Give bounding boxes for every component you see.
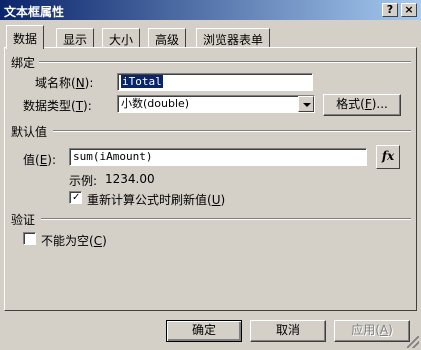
data-type-label: 数据类型(T): bbox=[23, 99, 92, 113]
apply-button[interactable]: 应用(A) bbox=[334, 320, 410, 342]
formula-editor-button[interactable]: fx bbox=[376, 145, 400, 169]
example-value: 1234.00 bbox=[105, 172, 155, 186]
domain-name-value: iTotal bbox=[121, 75, 163, 88]
default-value-group-title: 默认值 bbox=[11, 125, 48, 139]
default-value-separator bbox=[53, 130, 411, 132]
data-type-value: 小数(double) bbox=[121, 97, 190, 110]
text-box-properties-dialog: 文本框属性 ? × 数据 显示 大小 高级 浏览器表单 绑定 域名称(N): i… bbox=[0, 0, 421, 350]
example-label: 示例: bbox=[69, 174, 98, 188]
not-empty-checkbox[interactable] bbox=[23, 232, 36, 245]
data-type-select[interactable]: 小数(double) bbox=[117, 95, 315, 113]
recalc-refresh-checkbox[interactable]: ✓ bbox=[69, 191, 82, 204]
domain-name-field[interactable]: iTotal bbox=[117, 73, 313, 91]
format-button[interactable]: 格式(F)... bbox=[323, 94, 401, 116]
recalc-refresh-label[interactable]: 重新计算公式时刷新值(U) bbox=[87, 191, 225, 208]
binding-separator bbox=[39, 61, 411, 63]
value-formula-text: sum(iAmount) bbox=[73, 150, 153, 163]
close-button[interactable]: × bbox=[401, 3, 417, 17]
help-button[interactable]: ? bbox=[382, 3, 398, 17]
chevron-down-icon[interactable] bbox=[298, 96, 314, 112]
tab-display[interactable]: 显示 bbox=[56, 28, 95, 48]
tab-size[interactable]: 大小 bbox=[102, 28, 141, 48]
binding-group-title: 绑定 bbox=[11, 56, 36, 70]
window-title: 文本框属性 bbox=[4, 5, 65, 19]
value-label: 值(E): bbox=[23, 153, 57, 167]
title-bar[interactable]: 文本框属性 ? × bbox=[0, 0, 421, 20]
value-formula-field[interactable]: sum(iAmount) bbox=[69, 148, 367, 166]
validation-group-title: 验证 bbox=[11, 213, 36, 227]
cancel-button[interactable]: 取消 bbox=[250, 320, 326, 342]
not-empty-label[interactable]: 不能为空(C) bbox=[41, 232, 107, 249]
tab-panel-data: 绑定 域名称(N): iTotal 数据类型(T): 小数(double) 格式… bbox=[4, 47, 417, 311]
ok-button[interactable]: 确定 bbox=[166, 320, 242, 342]
check-icon: ✓ bbox=[72, 192, 81, 203]
tab-advanced[interactable]: 高级 bbox=[148, 28, 187, 48]
tab-browser-form[interactable]: 浏览器表单 bbox=[196, 28, 271, 48]
validation-separator bbox=[41, 218, 411, 220]
tab-data[interactable]: 数据 bbox=[6, 25, 45, 49]
domain-name-label: 域名称(N): bbox=[35, 76, 94, 90]
resize-grip[interactable] bbox=[407, 336, 419, 348]
